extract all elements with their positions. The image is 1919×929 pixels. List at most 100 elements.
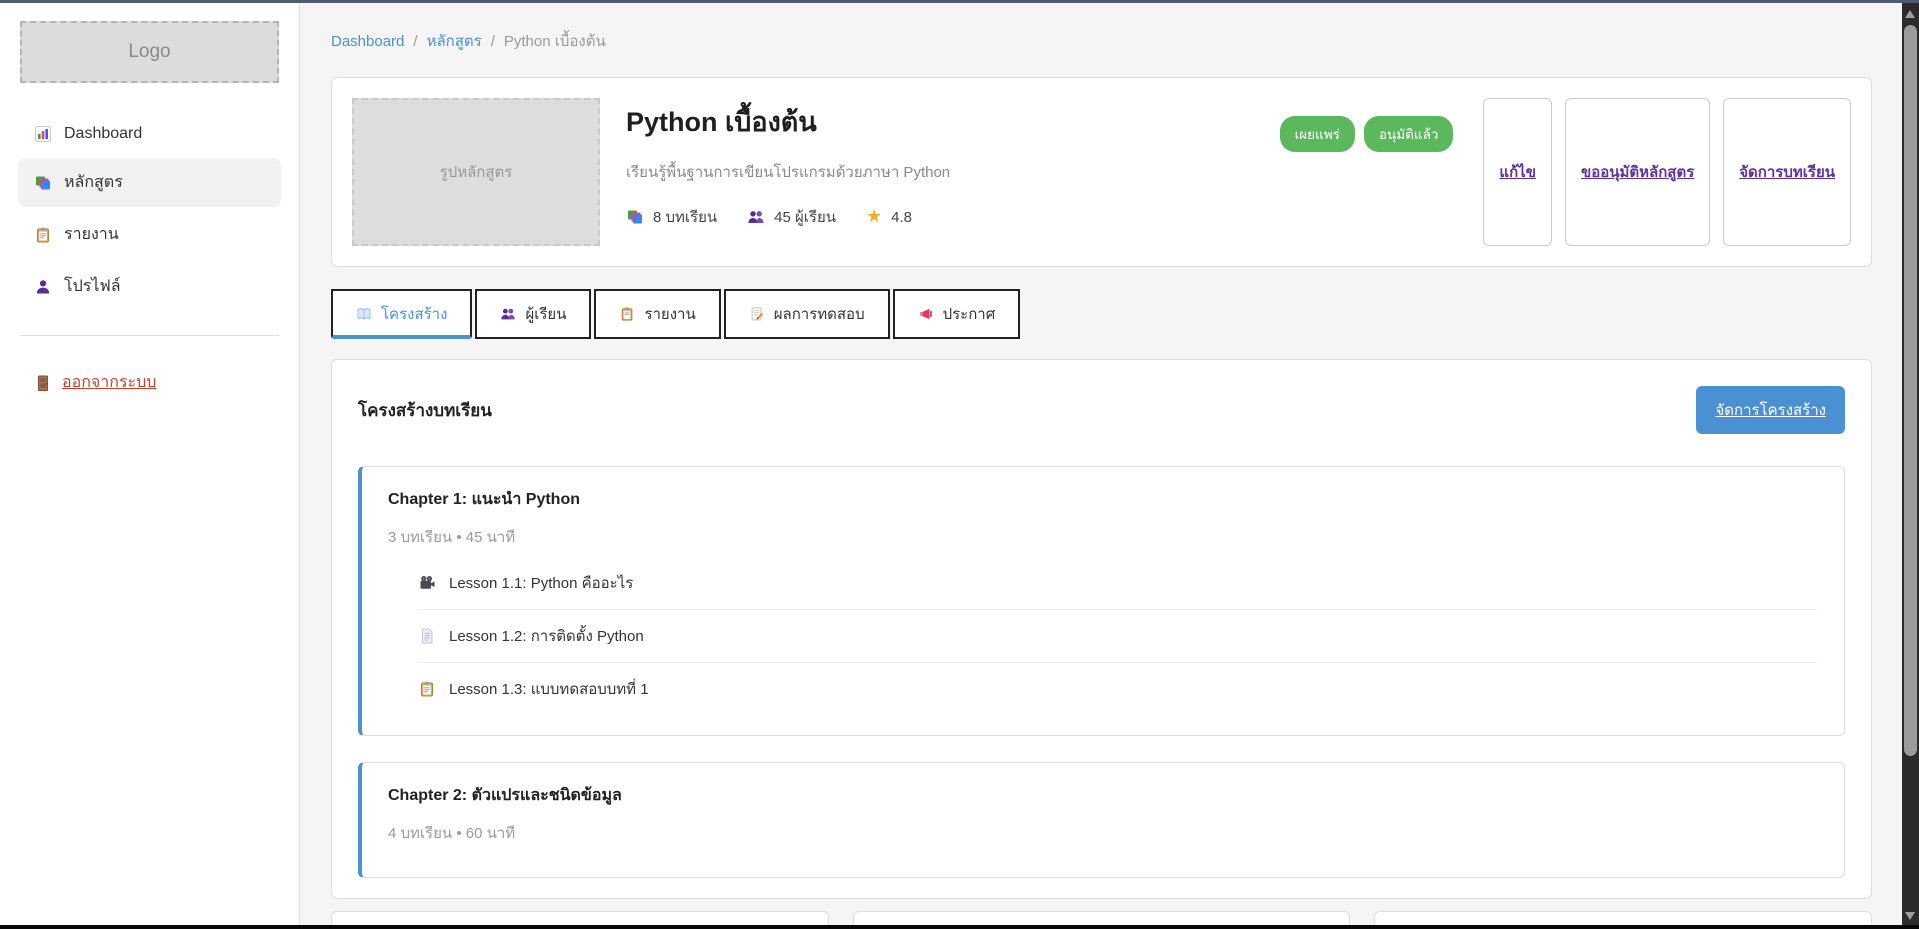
structure-heading: โครงสร้างบทเรียน — [358, 397, 492, 424]
lesson-row[interactable]: Lesson 1.2: การติดตั้ง Python — [418, 610, 1818, 663]
breadcrumb: Dashboard / หลักสูตร / Python เบื้องต้น — [331, 29, 1872, 53]
lesson-title: Lesson 1.1: Python คืออะไร — [449, 571, 633, 595]
tab-test-results[interactable]: ผลการทดสอบ — [724, 289, 890, 339]
stat-rating: ★ 4.8 — [866, 208, 912, 226]
sidebar-item-label: รายงาน — [64, 222, 119, 247]
bottom-card-row — [331, 911, 1872, 925]
chapter-meta: 3 บทเรียน • 45 นาที — [388, 525, 1818, 549]
course-description: เรียนรู้พื้นฐานการเขียนโปรแกรมด้วยภาษา P… — [626, 160, 1254, 184]
lesson-row[interactable]: Lesson 1.1: Python คืออะไร — [418, 557, 1818, 610]
sidebar-item-reports[interactable]: รายงาน — [18, 210, 281, 259]
tab-announcements[interactable]: ประกาศ — [893, 289, 1021, 339]
request-approval-button[interactable]: ขออนุมัติหลักสูตร — [1565, 98, 1710, 246]
edit-course-label: แก้ไข — [1499, 160, 1536, 184]
tab-label: โครงสร้าง — [381, 302, 447, 326]
manage-lessons-label: จัดการบทเรียน — [1739, 160, 1835, 184]
tab-label: ผลการทดสอบ — [774, 302, 865, 326]
clipboard-icon — [418, 680, 436, 698]
logout-link[interactable]: ออกจากระบบ — [18, 360, 281, 405]
clipboard-icon — [619, 306, 635, 322]
request-approval-label: ขออนุมัติหลักสูตร — [1581, 160, 1694, 184]
people-icon — [500, 306, 516, 322]
clipboard-icon — [34, 226, 52, 244]
status-badge-approved: อนุมัติแล้ว — [1364, 116, 1454, 152]
tab-label: ผู้เรียน — [525, 302, 566, 326]
stat-students-label: 45 ผู้เรียน — [774, 205, 836, 229]
manage-structure-label: จัดการโครงสร้าง — [1715, 402, 1826, 419]
status-badges: เผยแพร่ อนุมัติแล้ว — [1280, 98, 1454, 246]
logout-label: ออกจากระบบ — [62, 370, 156, 395]
stat-rating-label: 4.8 — [891, 209, 912, 226]
structure-panel: โครงสร้างบทเรียน จัดการโครงสร้าง Chapter… — [331, 359, 1872, 899]
person-icon — [34, 278, 52, 296]
chapter-card-2: Chapter 2: ตัวแปรและชนิดข้อมูล 4 บทเรียน… — [358, 762, 1845, 878]
people-icon — [747, 208, 765, 226]
bar-chart-icon — [34, 125, 52, 143]
megaphone-icon — [918, 306, 934, 322]
logo-placeholder: Logo — [20, 21, 279, 83]
edit-course-button[interactable]: แก้ไข — [1483, 98, 1552, 246]
course-actions: แก้ไข ขออนุมัติหลักสูตร จัดการบทเรียน — [1483, 98, 1851, 246]
chapter-card-1: Chapter 1: แนะนำ Python 3 บทเรียน • 45 น… — [358, 466, 1845, 736]
stat-lessons-label: 8 บทเรียน — [653, 205, 717, 229]
course-header-card: รูปหลักสูตร Python เบื้องต้น เรียนรู้พื้… — [331, 77, 1872, 267]
tab-reports[interactable]: รายงาน — [594, 289, 720, 339]
course-info: Python เบื้องต้น เรียนรู้พื้นฐานการเขียน… — [626, 98, 1254, 246]
stat-lessons: 8 บทเรียน — [626, 205, 717, 229]
chapter-title: Chapter 1: แนะนำ Python — [388, 487, 1818, 512]
sidebar-item-label: หลักสูตร — [64, 170, 123, 195]
window-bottom-edge — [0, 925, 1919, 929]
course-image-label: รูปหลักสูตร — [440, 160, 513, 184]
bottom-card — [1374, 911, 1872, 925]
books-icon — [34, 174, 52, 192]
scroll-up-arrow-icon[interactable] — [1905, 10, 1915, 18]
lesson-title: Lesson 1.3: แบบทดสอบบทที่ 1 — [449, 677, 649, 701]
sidebar-nav: Dashboard หลักสูตร รา — [0, 113, 299, 311]
lesson-row[interactable]: Lesson 1.3: แบบทดสอบบทที่ 1 — [418, 663, 1818, 715]
vertical-scrollbar[interactable] — [1902, 3, 1919, 929]
chapter-meta: 4 บทเรียน • 60 นาที — [388, 821, 1818, 845]
memo-pencil-icon — [749, 306, 765, 322]
logo-label: Logo — [128, 41, 170, 63]
scrollbar-thumb[interactable] — [1904, 25, 1917, 756]
breadcrumb-link-dashboard[interactable]: Dashboard — [331, 33, 404, 50]
sidebar-item-courses[interactable]: หลักสูตร — [18, 158, 281, 207]
course-title: Python เบื้องต้น — [626, 100, 1254, 143]
app-screen: Logo Dashboard หลักสูตร — [0, 0, 1919, 929]
bottom-card — [853, 911, 1351, 925]
door-icon — [34, 374, 52, 392]
tab-label: ประกาศ — [943, 302, 996, 326]
tab-label: รายงาน — [644, 302, 695, 326]
sidebar-item-label: Dashboard — [64, 125, 142, 143]
main-content: Dashboard / หลักสูตร / Python เบื้องต้น … — [301, 3, 1902, 925]
course-image-placeholder: รูปหลักสูตร — [352, 98, 600, 246]
star-icon: ★ — [866, 208, 882, 226]
chapter-title: Chapter 2: ตัวแปรและชนิดข้อมูล — [388, 783, 1818, 808]
tab-structure[interactable]: โครงสร้าง — [331, 289, 472, 339]
breadcrumb-current: Python เบื้องต้น — [504, 29, 606, 53]
document-icon — [418, 627, 436, 645]
books-icon — [626, 208, 644, 226]
manage-structure-button[interactable]: จัดการโครงสร้าง — [1696, 386, 1845, 434]
sidebar-item-dashboard[interactable]: Dashboard — [18, 113, 281, 155]
scroll-down-arrow-icon[interactable] — [1905, 912, 1915, 920]
open-book-icon — [356, 306, 372, 322]
breadcrumb-link-courses[interactable]: หลักสูตร — [427, 29, 482, 53]
sidebar-divider — [20, 335, 279, 336]
stat-students: 45 ผู้เรียน — [747, 205, 836, 229]
status-badge-published: เผยแพร่ — [1280, 116, 1355, 152]
video-camera-icon — [418, 574, 436, 592]
manage-lessons-button[interactable]: จัดการบทเรียน — [1723, 98, 1851, 246]
lesson-list: Lesson 1.1: Python คืออะไร Lesson 1.2: ก… — [418, 557, 1818, 715]
structure-panel-header: โครงสร้างบทเรียน จัดการโครงสร้าง — [358, 386, 1845, 434]
window-top-border — [0, 0, 1919, 3]
tab-students[interactable]: ผู้เรียน — [475, 289, 591, 339]
breadcrumb-separator: / — [413, 33, 417, 50]
bottom-card — [331, 911, 829, 925]
course-stats: 8 บทเรียน 45 ผู้เรียน ★ 4.8 — [626, 205, 1254, 229]
tab-bar: โครงสร้าง ผู้เรียน รา — [331, 289, 1872, 339]
sidebar-item-label: โปรไฟล์ — [64, 274, 121, 299]
breadcrumb-separator: / — [491, 33, 495, 50]
sidebar-item-profile[interactable]: โปรไฟล์ — [18, 262, 281, 311]
lesson-title: Lesson 1.2: การติดตั้ง Python — [449, 624, 644, 648]
